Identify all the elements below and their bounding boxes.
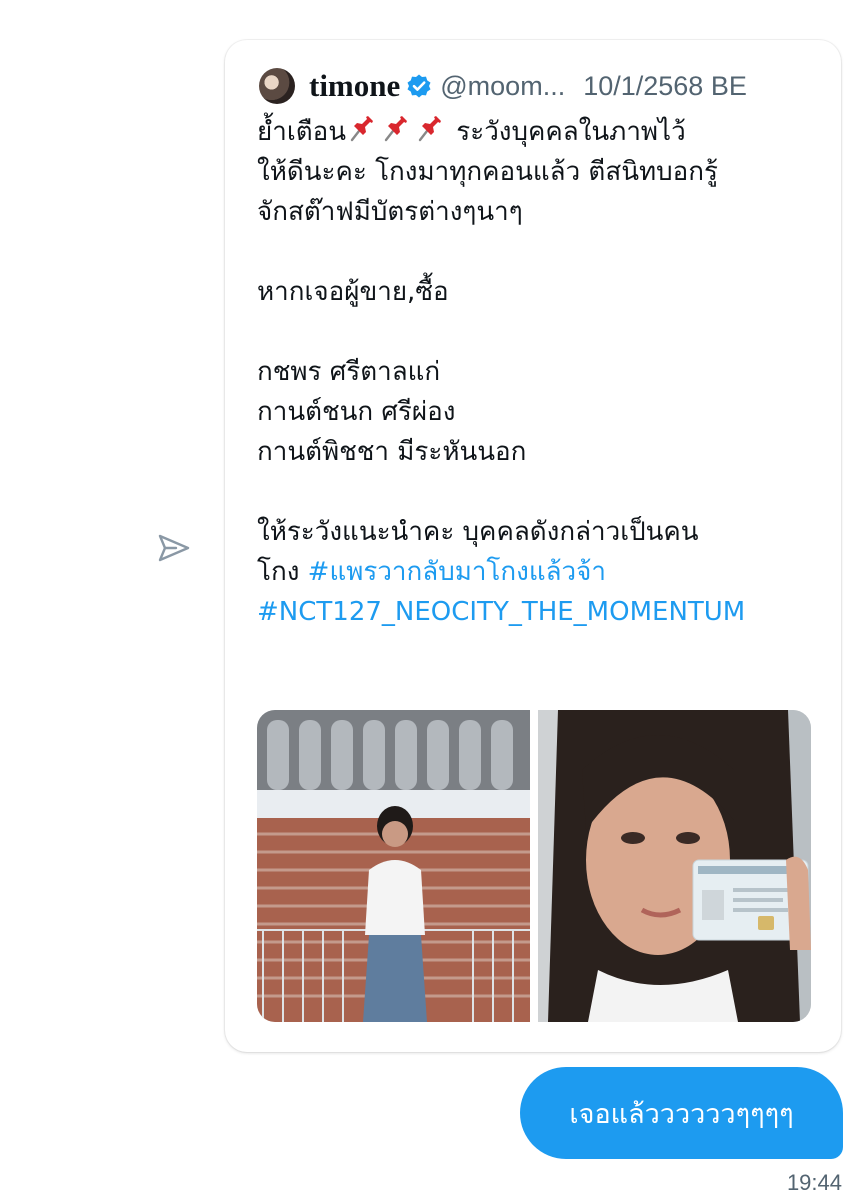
hashtag-link[interactable]: #NCT127_NEOCITY_THE_MOMENTUM xyxy=(257,597,745,627)
tweet-line: จักสต๊าฟมีบัตรต่างๆนาๆ xyxy=(257,197,523,227)
verified-badge-icon xyxy=(407,74,431,98)
tweet-header: timone @moom... 10/1/2568 BE xyxy=(259,64,821,108)
message-bubble[interactable]: เจอแล้ววววววๆๆๆๆ xyxy=(520,1067,843,1159)
handle[interactable]: @moom... xyxy=(440,71,565,102)
id-card-selfie-photo[interactable] xyxy=(538,710,811,1022)
avatar[interactable] xyxy=(259,68,295,104)
tweet-text: ย้ำเตือน ระวังบุคคลในภาพไว้ ให้ดีนะคะ โก… xyxy=(257,112,817,632)
share-icon[interactable] xyxy=(156,530,192,566)
media-grid xyxy=(257,710,811,1022)
tweet-date: 10/1/2568 BE xyxy=(583,70,747,101)
tweet-line: กานต์พิชชา มีระหันนอก xyxy=(257,437,527,467)
tweet-line: ให้ระวังแนะนำคะ บุคคลดังกล่าวเป็นคน xyxy=(257,517,699,547)
stadium-photo[interactable] xyxy=(257,710,530,1022)
previous-message-fragment xyxy=(300,0,540,6)
display-name[interactable]: timone xyxy=(309,68,400,104)
hashtag-link[interactable]: #แพรวากลับมาโกงแล้วจ้า xyxy=(308,557,606,587)
tweet-line: กชพร ศรีตาลแก่ xyxy=(257,357,441,387)
pushpin-icon xyxy=(384,116,407,142)
pushpin-icon xyxy=(350,116,373,142)
tweet-line: โกง xyxy=(257,557,308,587)
tweet-line: ย้ำเตือน xyxy=(257,117,346,147)
message-text: เจอแล้ววววววๆๆๆๆ xyxy=(569,1098,794,1130)
tweet-line: ระวังบุคคลในภาพไว้ xyxy=(448,117,686,147)
shared-tweet-card[interactable]: timone @moom... 10/1/2568 BE ย้ำเตือน ระ… xyxy=(225,40,841,1052)
message-timestamp: 19:44 xyxy=(786,1170,842,1195)
pushpin-icon xyxy=(418,116,441,142)
tweet-line: ให้ดีนะคะ โกงมาทุกคอนแล้ว ตีสนิทบอกรู้ xyxy=(257,157,718,187)
tweet-line: หากเจอผู้ขาย,ซื้อ xyxy=(257,277,449,307)
tweet-line: กานต์ชนก ศรีผ่อง xyxy=(257,397,456,427)
